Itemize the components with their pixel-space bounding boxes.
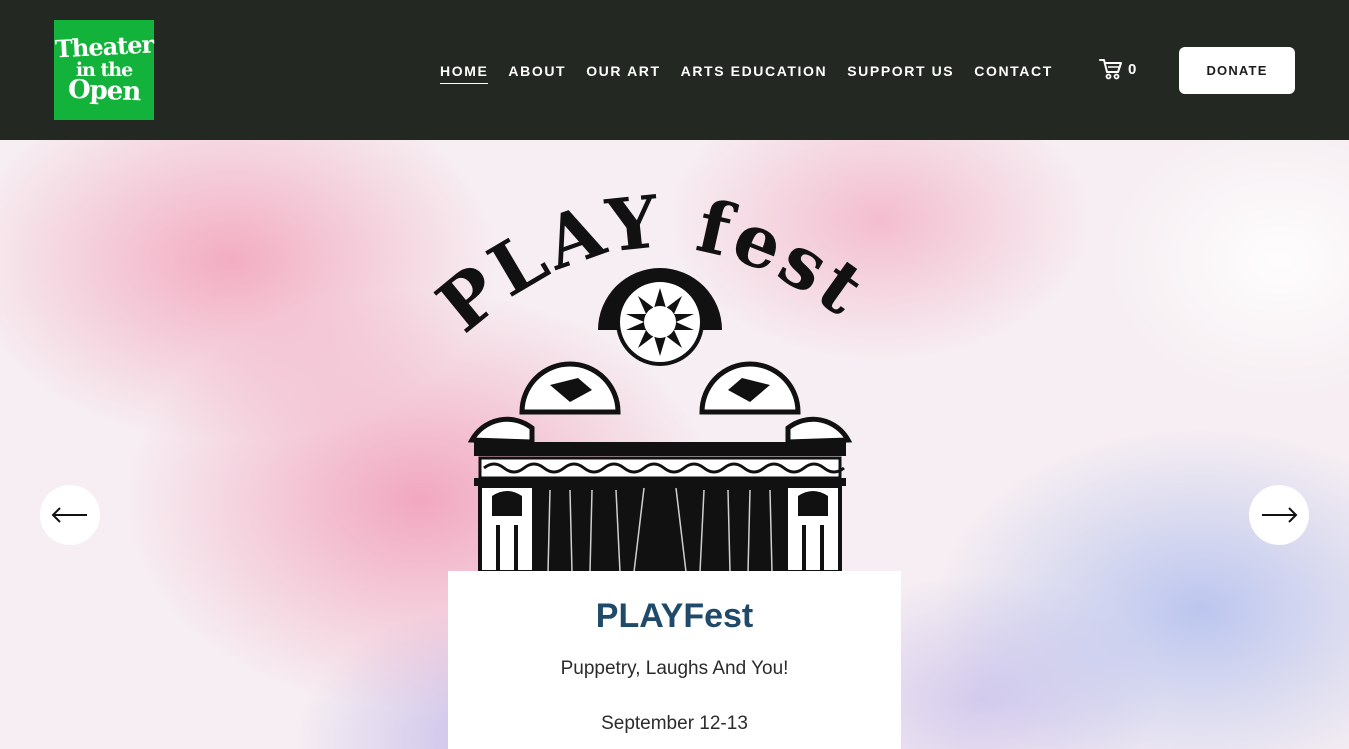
logo-line-1: Theater xyxy=(54,29,154,64)
event-card: PLAYFest Puppetry, Laughs And You! Septe… xyxy=(448,571,901,749)
cart-count: 0 xyxy=(1128,60,1137,78)
next-slide-button[interactable] xyxy=(1249,485,1309,545)
arrow-left-icon xyxy=(51,507,87,523)
event-title: PLAYFest xyxy=(595,597,754,635)
nav-arts-education[interactable]: ARTS EDUCATION xyxy=(681,62,828,80)
nav-contact[interactable]: CONTACT xyxy=(974,62,1053,80)
arrow-right-icon xyxy=(1262,507,1298,523)
cart-button[interactable]: 0 xyxy=(1099,58,1136,80)
nav-about[interactable]: ABOUT xyxy=(508,62,566,80)
site-header: Theater in the Open HOME ABOUT OUR ART A… xyxy=(0,0,1349,140)
nav-our-art[interactable]: OUR ART xyxy=(586,62,660,80)
event-date: September 12-13 xyxy=(601,713,748,734)
donate-button[interactable]: DONATE xyxy=(1179,47,1295,94)
cart-icon xyxy=(1099,59,1122,80)
event-subtitle: Puppetry, Laughs And You! xyxy=(560,658,789,679)
nav-support-us[interactable]: SUPPORT US xyxy=(847,62,954,80)
hero-slider: PLAY fest PLAYFest Puppetry, Laughs And … xyxy=(0,140,1349,749)
main-nav: HOME ABOUT OUR ART ARTS EDUCATION SUPPOR… xyxy=(440,61,1073,84)
nav-home[interactable]: HOME xyxy=(440,62,489,84)
playfest-theater-illustration: PLAY fest xyxy=(421,180,879,572)
theater-in-the-open-logo[interactable]: Theater in the Open xyxy=(54,20,154,120)
prev-slide-button[interactable] xyxy=(40,485,100,545)
logo-line-3: Open xyxy=(67,74,141,108)
